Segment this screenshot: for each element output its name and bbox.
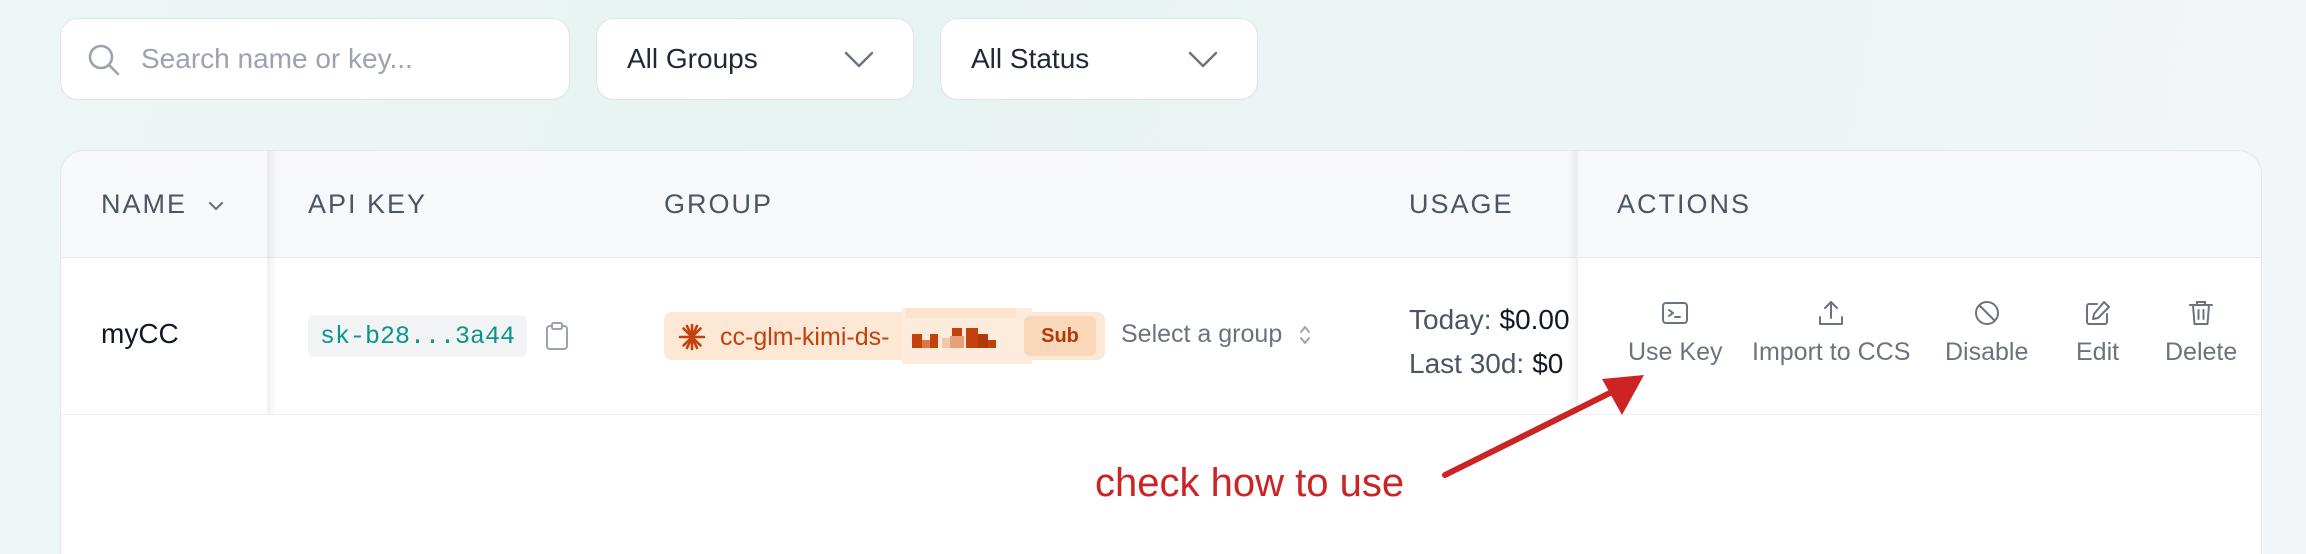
group-select[interactable]: Select a group	[1121, 320, 1312, 349]
column-header-name[interactable]: NAME	[101, 189, 225, 220]
search-box[interactable]	[60, 18, 570, 100]
annotation-arrow	[1442, 375, 1644, 478]
chevron-up-down-icon	[1300, 325, 1311, 344]
column-header-group: GROUP	[664, 189, 774, 219]
use-key-label: Use Key	[1628, 338, 1723, 366]
redacted-text-mosaic	[902, 308, 1032, 364]
terminal-icon	[1662, 302, 1689, 324]
subscription-badge: Sub	[1024, 316, 1096, 356]
usage-today-value: $0.00	[1499, 304, 1570, 335]
disable-label: Disable	[1945, 338, 2029, 366]
use-key-button[interactable]: Use Key	[1628, 298, 1722, 367]
group-name: cc-glm-kimi-ds-	[720, 323, 890, 351]
edit-icon	[2085, 301, 2110, 325]
status-filter-value: All Status	[971, 43, 1090, 74]
table-row: myCC sk-b28...3a44 cc-glm-kimi-ds- Sub S…	[61, 258, 2261, 415]
disable-button[interactable]: Disable	[1945, 298, 2028, 367]
edit-label: Edit	[2076, 338, 2120, 366]
groups-filter-value: All Groups	[627, 43, 758, 74]
column-header-api-key: API KEY	[308, 189, 428, 219]
groups-filter-select[interactable]: All Groups	[596, 18, 914, 100]
upload-icon	[1819, 301, 1844, 325]
import-to-ccs-button[interactable]: Import to CCS	[1752, 298, 1910, 367]
table-header: NAME API KEY GROUP USAGE ACTIONS	[61, 151, 2261, 258]
key-name: myCC	[101, 318, 179, 349]
status-filter-select[interactable]: All Status	[940, 18, 1258, 100]
chevron-down-icon	[1188, 51, 1218, 68]
column-header-actions: ACTIONS	[1617, 189, 1752, 219]
edit-button[interactable]: Edit	[2076, 298, 2119, 367]
api-key-value: sk-b28...3a44	[308, 315, 528, 357]
group-select-placeholder: Select a group	[1121, 320, 1283, 348]
column-header-usage: USAGE	[1409, 189, 1514, 219]
sort-chevron-icon[interactable]	[207, 200, 225, 212]
claude-burst-icon	[678, 323, 706, 351]
search-icon	[88, 44, 120, 76]
usage-today-label: Today:	[1409, 304, 1492, 335]
search-input[interactable]	[141, 39, 541, 79]
column-header-name-label: NAME	[101, 189, 188, 219]
ban-icon	[1974, 301, 1999, 325]
group-chip: cc-glm-kimi-ds- Sub	[664, 308, 1105, 364]
import-label: Import to CCS	[1752, 338, 1911, 366]
chevron-down-icon	[844, 51, 874, 68]
delete-label: Delete	[2165, 338, 2238, 366]
annotation-text: check how to use	[1095, 461, 1405, 505]
clipboard-icon[interactable]	[544, 321, 570, 351]
trash-icon	[2189, 301, 2214, 325]
actions-cell: Use Key Import to CCS Disable Edit Delet…	[1576, 258, 2261, 522]
delete-button[interactable]: Delete	[2165, 298, 2237, 367]
